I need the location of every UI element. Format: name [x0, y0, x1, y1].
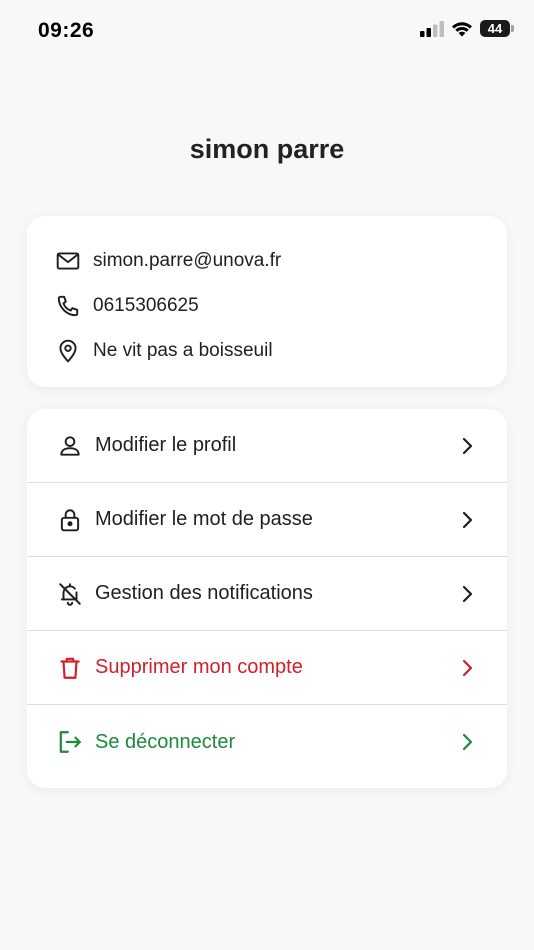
- edit-profile-item[interactable]: Modifier le profil: [27, 409, 507, 483]
- wifi-icon: [452, 21, 472, 36]
- status-bar: 09:26 44: [0, 0, 534, 64]
- phone-icon: [57, 295, 79, 316]
- phone-row: 0615306625: [27, 283, 507, 328]
- chevron-right-icon: [462, 733, 473, 751]
- change-password-item[interactable]: Modifier le mot de passe: [27, 483, 507, 557]
- logout-label: Se déconnecter: [95, 730, 236, 753]
- cellular-signal-icon: [420, 20, 444, 37]
- location-text: Ne vit pas a boisseuil: [93, 339, 273, 361]
- notifications-item[interactable]: Gestion des notifications: [27, 557, 507, 631]
- lock-icon: [57, 507, 83, 533]
- status-icons: 44: [420, 20, 514, 37]
- chevron-right-icon: [462, 659, 473, 676]
- settings-menu: Modifier le profil Modifier le mot de pa…: [27, 409, 507, 788]
- email-text: simon.parre@unova.fr: [93, 249, 282, 271]
- change-password-label: Modifier le mot de passe: [95, 508, 313, 530]
- mail-icon: [56, 251, 80, 270]
- email-row: simon.parre@unova.fr: [27, 238, 507, 283]
- contact-info-card: simon.parre@unova.fr 0615306625 Ne vit p…: [27, 216, 507, 387]
- edit-profile-label: Modifier le profil: [95, 434, 237, 456]
- logout-icon: [57, 729, 83, 755]
- chevron-right-icon: [462, 585, 473, 602]
- logout-item[interactable]: Se déconnecter: [27, 705, 507, 779]
- battery-icon: 44: [480, 20, 514, 37]
- profile-name: simon parre: [189, 134, 345, 164]
- trash-icon: [57, 655, 83, 681]
- profile-screen: 09:26 44 simon parre simon.parre@unova.f…: [0, 0, 534, 950]
- delete-account-label: Supprimer mon compte: [95, 656, 303, 678]
- location-row: Ne vit pas a boisseuil: [27, 328, 507, 373]
- status-time: 09:26: [38, 19, 95, 42]
- battery-level: 44: [487, 21, 503, 36]
- chevron-right-icon: [462, 511, 473, 528]
- location-pin-icon: [59, 339, 77, 362]
- notifications-label: Gestion des notifications: [95, 582, 313, 604]
- chevron-right-icon: [462, 437, 473, 454]
- bell-off-icon: [57, 581, 83, 607]
- user-icon: [57, 433, 83, 459]
- phone-text: 0615306625: [93, 294, 199, 316]
- delete-account-item[interactable]: Supprimer mon compte: [27, 631, 507, 705]
